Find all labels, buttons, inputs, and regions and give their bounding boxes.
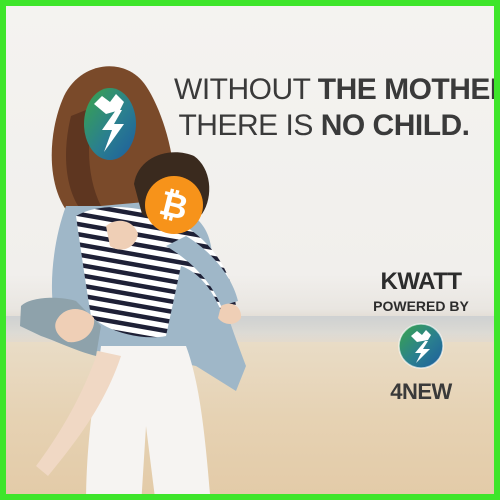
headline-line-1: WITHOUT THE MOTHER: [174, 72, 494, 108]
4new-lightning-fist-icon: [84, 88, 136, 160]
bitcoin-icon: ₿: [145, 176, 203, 234]
headline-line-2-bold: NO CHILD.: [320, 109, 470, 142]
headline-line-1-bold: THE MOTHER: [317, 73, 500, 106]
brand-logo-text: 4NEW: [390, 379, 452, 404]
brand-tagline: POWERED BY: [373, 298, 469, 314]
brand-name: KWATT: [380, 268, 462, 295]
ad-frame: ₿ WITHOUT THE MOTHER THERE IS NO CHILD. …: [0, 0, 500, 500]
4new-logo-icon: [398, 323, 444, 369]
headline: WITHOUT THE MOTHER THERE IS NO CHILD.: [174, 72, 494, 144]
brand-block: KWATT POWERED BY 4NEW: [366, 268, 476, 405]
headline-line-2: THERE IS NO CHILD.: [174, 108, 474, 144]
headline-line-1-thin: WITHOUT: [174, 73, 318, 106]
headline-line-2-thin: THERE IS: [178, 109, 321, 142]
